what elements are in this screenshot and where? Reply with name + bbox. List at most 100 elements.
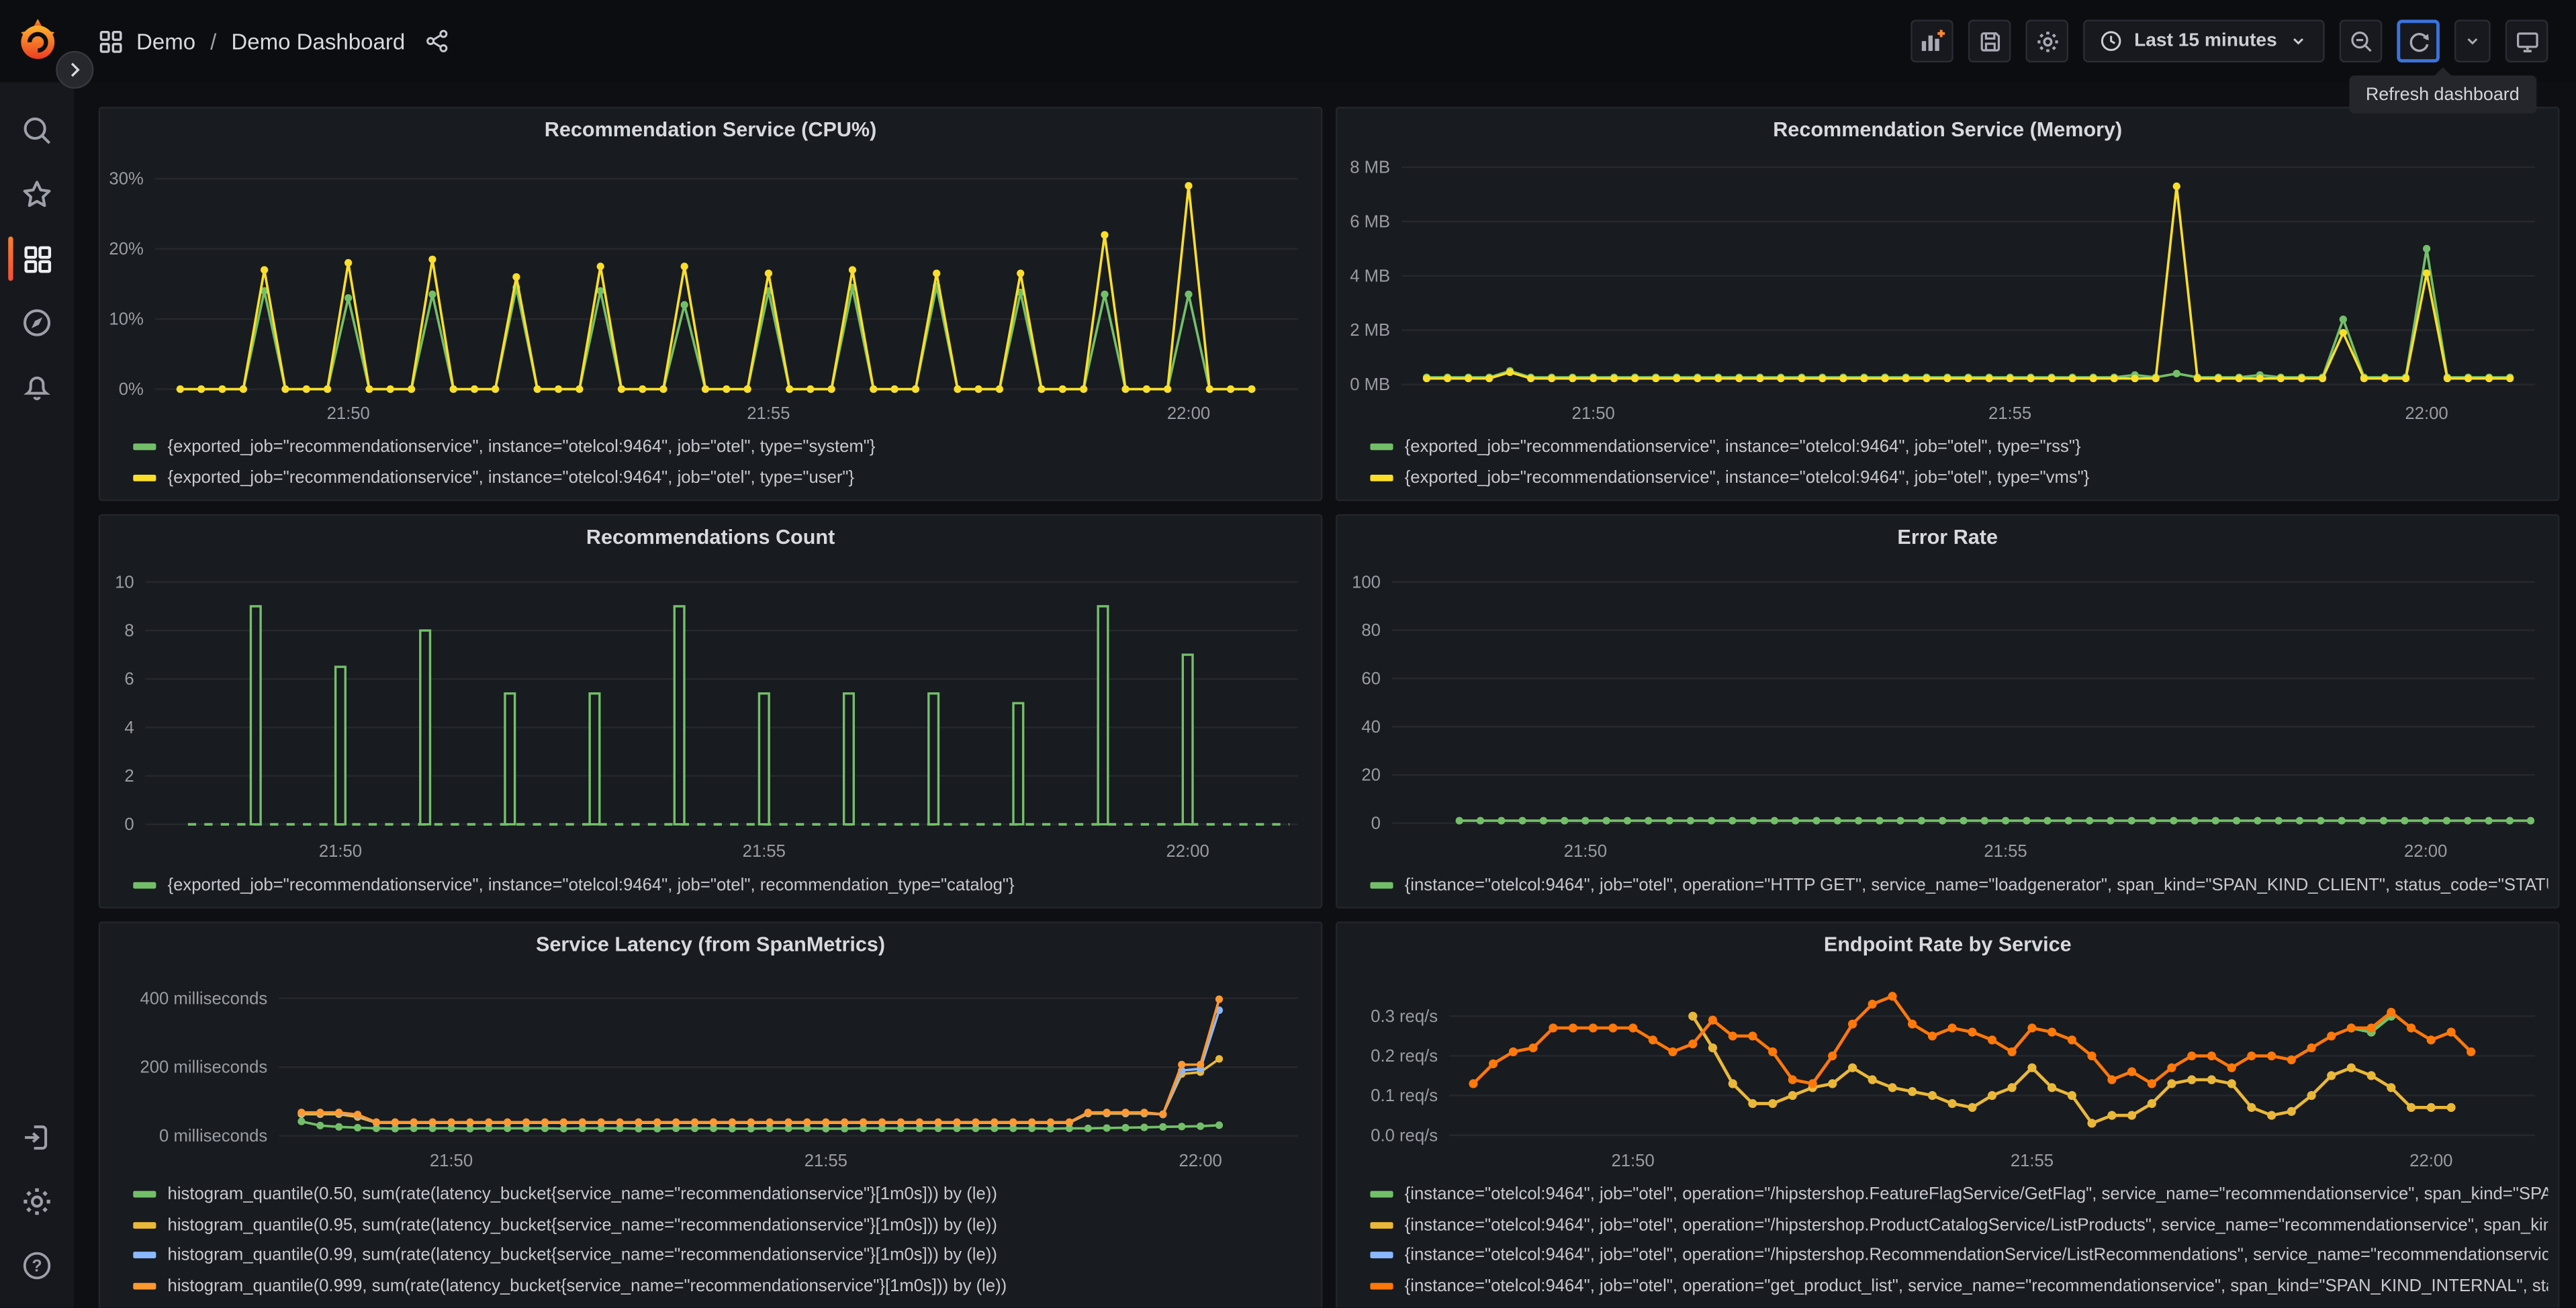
svg-text:10%: 10% xyxy=(109,310,143,329)
panel-title-service-latency[interactable]: Service Latency (from SpanMetrics) xyxy=(100,923,1321,964)
legend-item[interactable]: {instance="otelcol:9464", job="otel", op… xyxy=(1370,1180,2548,1210)
axes: 0 MB 2 MB 4 MB 6 MB 8 MB 21:50 21:55 22:00 xyxy=(1350,158,2535,423)
axes: 0 milliseconds 200 milliseconds 400 millis… xyxy=(140,989,1298,1170)
grafana-logo-icon[interactable] xyxy=(16,18,59,61)
legend-swatch xyxy=(1370,882,1393,888)
tooltip-arrow xyxy=(2434,67,2451,76)
legend-error-rate: {instance="otelcol:9464", job="otel", op… xyxy=(1337,866,2558,906)
legend-item[interactable]: {exported_job="recommendationservice", i… xyxy=(133,432,1311,462)
svg-text:8: 8 xyxy=(124,622,134,641)
legend-item[interactable]: {instance="otelcol:9464", job="otel", op… xyxy=(1370,1240,2548,1270)
chevron-down-icon xyxy=(2293,38,2304,45)
sidebar-item-alerting[interactable] xyxy=(0,355,74,418)
sidebar-item-dashboards[interactable] xyxy=(0,227,74,291)
chevron-down-icon xyxy=(2467,38,2478,45)
chart-service-latency[interactable]: 0 milliseconds 200 milliseconds 400 millis… xyxy=(107,964,1307,1176)
panel-recommendations-count: Recommendations Count 0 2 4 6 8 10 21:50 21:55 22… xyxy=(98,514,1323,908)
legend-label: histogram_quantile(0.95, sum(rate(latenc… xyxy=(167,1215,997,1235)
legend-swatch xyxy=(133,882,156,888)
add-panel-button[interactable] xyxy=(1911,19,1953,62)
svg-text:10: 10 xyxy=(115,573,134,592)
svg-text:0: 0 xyxy=(1371,814,1381,833)
legend-swatch xyxy=(133,444,156,451)
sidebar-item-sign-in[interactable] xyxy=(0,1106,74,1170)
legend-label: histogram_quantile(0.999, sum(rate(laten… xyxy=(167,1276,1007,1296)
panel-title-recommendation-service-memory[interactable]: Recommendation Service (Memory) xyxy=(1337,108,2558,149)
zoom-out-icon xyxy=(2350,30,2371,52)
svg-text:6: 6 xyxy=(124,670,134,689)
legend-item[interactable]: histogram_quantile(0.95, sum(rate(latenc… xyxy=(133,1210,1311,1240)
sidebar-item-help[interactable]: ? xyxy=(0,1234,74,1298)
dashboard-settings-button[interactable] xyxy=(2025,19,2069,62)
share-dashboard-icon[interactable] xyxy=(425,30,448,52)
sidebar-item-starred[interactable] xyxy=(0,162,74,226)
panel-title-recommendations-count[interactable]: Recommendations Count xyxy=(100,516,1321,557)
legend-item[interactable]: {exported_job="recommendationservice", i… xyxy=(1370,463,2548,493)
legend-item[interactable]: histogram_quantile(0.999, sum(rate(laten… xyxy=(133,1270,1311,1301)
refresh-tooltip: Refresh dashboard xyxy=(2349,67,2536,113)
svg-text:8 MB: 8 MB xyxy=(1350,158,1390,177)
chart-recommendation-service-memory[interactable]: 0 MB 2 MB 4 MB 6 MB 8 MB 21:50 21:55 22:00 xyxy=(1344,150,2544,429)
legend-endpoint-rate-by-service: {instance="otelcol:9464", job="otel", op… xyxy=(1337,1176,2558,1308)
svg-text:21:55: 21:55 xyxy=(1988,404,2031,423)
tooltip-label: Refresh dashboard xyxy=(2365,84,2520,105)
legend-label: {exported_job="recommendationservice", i… xyxy=(167,467,855,487)
refresh-dashboard-button[interactable] xyxy=(2397,19,2440,62)
sidebar: ? xyxy=(0,82,75,1308)
svg-text:22:00: 22:00 xyxy=(1166,842,1209,861)
legend-item[interactable]: {exported_job="recommendationservice", i… xyxy=(133,463,1311,493)
gear-icon xyxy=(24,1188,50,1216)
chart-recommendation-service-cpu[interactable]: 0% 10% 20% 30% 21:50 21:55 22:00 xyxy=(107,150,1307,429)
save-dashboard-button[interactable] xyxy=(1968,19,2011,62)
legend-item[interactable]: {instance="otelcol:9464", job="otel", op… xyxy=(1370,1270,2548,1301)
top-navbar: Demo / Demo Dashboard Last 15 minutes xyxy=(0,0,2576,83)
time-range-picker[interactable]: Last 15 minutes xyxy=(2083,19,2325,62)
legend-item[interactable]: {exported_job="recommendationservice", i… xyxy=(1370,432,2548,462)
chart-endpoint-rate-by-service[interactable]: 0.0 req/s 0.1 req/s 0.2 req/s 0.3 req/s 21:5… xyxy=(1344,964,2544,1176)
breadcrumb-separator: / xyxy=(210,28,217,54)
legend-swatch xyxy=(1370,1252,1393,1259)
legend-label: {exported_job="recommendationservice", i… xyxy=(1404,437,2081,457)
legend-item[interactable]: {exported_job="recommendationservice", i… xyxy=(133,870,1311,900)
chevron-right-icon xyxy=(71,62,80,77)
legend-label: {exported_job="recommendationservice", i… xyxy=(167,437,876,457)
help-icon: ? xyxy=(23,1252,51,1280)
legend-item[interactable]: {instance="otelcol:9464", job="otel", op… xyxy=(1370,1210,2548,1240)
svg-text:100: 100 xyxy=(1352,573,1381,592)
sidebar-item-configuration[interactable] xyxy=(0,1170,74,1234)
legend-item[interactable]: {instance="otelcol:9464", job="otel", op… xyxy=(1370,870,2548,900)
svg-text:22:00: 22:00 xyxy=(1167,404,1210,423)
panel-title-error-rate[interactable]: Error Rate xyxy=(1337,516,2558,557)
panel-title-recommendation-service-cpu[interactable]: Recommendation Service (CPU%) xyxy=(100,108,1321,149)
legend-label: {instance="otelcol:9464", job="otel", op… xyxy=(1404,1245,2548,1266)
chart-error-rate[interactable]: 0 20 40 60 80 100 21:50 21:55 22:00 xyxy=(1344,557,2544,866)
svg-text:21:50: 21:50 xyxy=(1612,1152,1655,1170)
svg-text:21:50: 21:50 xyxy=(1572,404,1615,423)
search-icon xyxy=(24,118,51,144)
sidebar-item-search[interactable] xyxy=(0,99,74,162)
legend-swatch xyxy=(1370,1191,1393,1199)
svg-text:22:00: 22:00 xyxy=(2409,1152,2452,1170)
panel-title-endpoint-rate-by-service[interactable]: Endpoint Rate by Service xyxy=(1337,923,2558,964)
legend-swatch xyxy=(133,474,156,481)
svg-text:200 milliseconds: 200 milliseconds xyxy=(140,1058,267,1077)
svg-text:4: 4 xyxy=(124,718,134,737)
legend-item[interactable]: histogram_quantile(0.50, sum(rate(latenc… xyxy=(133,1180,1311,1210)
svg-text:80: 80 xyxy=(1361,621,1381,640)
cycle-view-mode-button[interactable] xyxy=(2505,19,2548,62)
chart-recommendations-count[interactable]: 0 2 4 6 8 10 21:50 21:55 22:00 xyxy=(107,557,1307,866)
breadcrumb: Demo / Demo Dashboard xyxy=(99,29,448,54)
refresh-interval-dropdown[interactable] xyxy=(2454,19,2491,62)
svg-text:21:50: 21:50 xyxy=(327,404,370,423)
sidebar-item-explore[interactable] xyxy=(0,291,74,355)
zoom-out-button[interactable] xyxy=(2339,19,2383,62)
panel-service-latency: Service Latency (from SpanMetrics) 0 mill… xyxy=(98,921,1323,1308)
svg-text:?: ? xyxy=(32,1258,42,1276)
legend-label: histogram_quantile(0.50, sum(rate(latenc… xyxy=(167,1184,997,1205)
legend-recommendation-service-cpu: {exported_job="recommendationservice", i… xyxy=(100,429,1321,500)
expand-sidebar-button[interactable] xyxy=(56,50,94,89)
svg-text:21:55: 21:55 xyxy=(804,1152,847,1170)
legend-swatch xyxy=(133,1282,156,1289)
legend-item[interactable]: histogram_quantile(0.99, sum(rate(latenc… xyxy=(133,1240,1311,1270)
breadcrumb-section[interactable]: Demo xyxy=(136,29,195,54)
